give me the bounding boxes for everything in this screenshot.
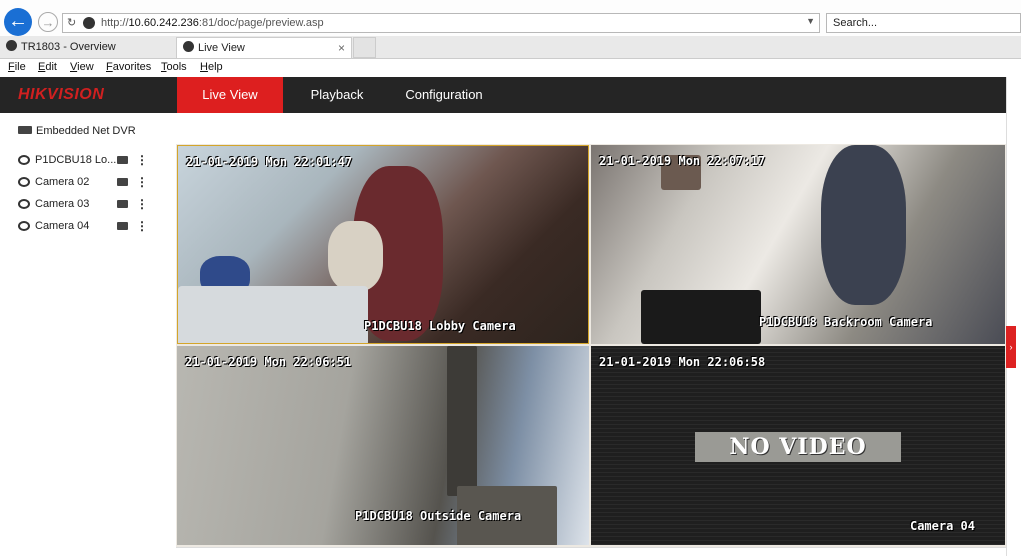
camera-label: Camera 02 [35,176,90,188]
camera-item[interactable]: P1DCBU18 Lo... ⋮ [18,153,158,171]
app-header: HIKVISION Live View Playback Configurati… [0,77,1006,113]
site-icon [83,17,95,29]
camera-icon [6,40,17,51]
menu-file[interactable]: File [8,61,26,73]
forward-button[interactable]: → [38,12,58,32]
door-frame-shape [447,346,477,496]
menu-help[interactable]: Help [200,61,223,73]
video-tile[interactable]: 21-01-2019 Mon 22:07:17 P1DCBU18 Backroo… [591,145,1005,344]
scrollbar[interactable] [1006,77,1021,556]
person-silhouette [821,145,906,305]
camera-sidebar: Embedded Net DVR P1DCBU18 Lo... ⋮ Camera… [0,113,176,556]
back-button[interactable]: ← [4,8,32,36]
refresh-icon[interactable]: ↻ [67,16,76,29]
url-text[interactable]: http://10.60.242.236:81/doc/page/preview… [101,17,324,29]
osd-timestamp: 21-01-2019 Mon 22:06:58 [599,355,766,369]
menu-edit[interactable]: Edit [38,61,57,73]
tab-playback[interactable]: Playback [300,77,374,113]
tab-configuration[interactable]: Configuration [395,77,493,113]
osd-timestamp: 21-01-2019 Mon 22:01:47 [186,155,353,169]
no-video-label: NO VIDEO [695,432,901,462]
record-icon[interactable] [117,200,128,208]
tab-live-view[interactable]: Live View × [176,37,352,58]
camera-item[interactable]: Camera 04 ⋮ [18,219,158,237]
chevron-down-icon[interactable]: ▼ [806,16,815,26]
osd-timestamp: 21-01-2019 Mon 22:06:51 [185,355,352,369]
url-field[interactable]: ↻ http://10.60.242.236:81/doc/page/previ… [62,13,820,33]
menu-bar: File Edit View Favorites Tools Help [0,59,1021,77]
chevron-right-icon[interactable]: › [1006,326,1016,368]
tab-overview[interactable]: TR1803 - Overview [0,37,173,58]
ptz-icon[interactable]: ⋮ [136,153,148,167]
osd-camera-name: P1DCBU18 Outside Camera [355,509,522,523]
ptz-icon[interactable]: ⋮ [136,219,148,233]
device-node[interactable]: Embedded Net DVR [18,125,136,137]
close-icon[interactable]: × [338,38,345,58]
camera-icon [18,155,30,165]
camera-icon [18,221,30,231]
ptz-icon[interactable]: ⋮ [136,197,148,211]
osd-camera-name: P1DCBU18 Lobby Camera [364,319,516,333]
search-input[interactable]: Search... [826,13,1021,33]
video-tile[interactable]: 21-01-2019 Mon 22:06:51 P1DCBU18 Outside… [177,346,589,545]
desk-shape [641,290,761,344]
video-grid: 21-01-2019 Mon 22:01:47 P1DCBU18 Lobby C… [176,144,1006,547]
browser-address-bar: ← → ↻ http://10.60.242.236:81/doc/page/p… [0,0,1021,36]
osd-camera-name: Camera 04 [909,519,975,533]
camera-label: Camera 04 [35,220,90,232]
record-icon[interactable] [117,222,128,230]
atm-shape [178,286,368,343]
person-silhouette [328,221,383,291]
menu-favorites[interactable]: Favorites [106,61,151,73]
camera-label: Camera 03 [35,198,90,210]
osd-camera-name: P1DCBU18 Backroom Camera [759,315,933,329]
record-icon[interactable] [117,178,128,186]
menu-view[interactable]: View [70,61,94,73]
menu-tools[interactable]: Tools [161,61,187,73]
hikvision-logo: HIKVISION [18,86,105,103]
ptz-icon[interactable]: ⋮ [136,175,148,189]
camera-icon [18,177,30,187]
camera-icon [183,41,194,52]
dvr-icon [18,126,32,134]
camera-item[interactable]: Camera 03 ⋮ [18,197,158,215]
new-tab-button[interactable] [353,37,376,58]
camera-item[interactable]: Camera 02 ⋮ [18,175,158,193]
video-tile[interactable]: 21-01-2019 Mon 22:01:47 P1DCBU18 Lobby C… [177,145,589,344]
search-placeholder: Search... [833,17,878,29]
tab-live-view[interactable]: Live View [177,77,283,113]
browser-tab-strip: TR1803 - Overview Live View × [0,36,1021,59]
camera-icon [18,199,30,209]
video-tile[interactable]: 21-01-2019 Mon 22:06:58 NO VIDEO Camera … [591,346,1005,545]
record-icon[interactable] [117,156,128,164]
osd-timestamp: 21-01-2019 Mon 22:07:17 [599,154,766,168]
camera-label: P1DCBU18 Lo... [35,154,117,166]
